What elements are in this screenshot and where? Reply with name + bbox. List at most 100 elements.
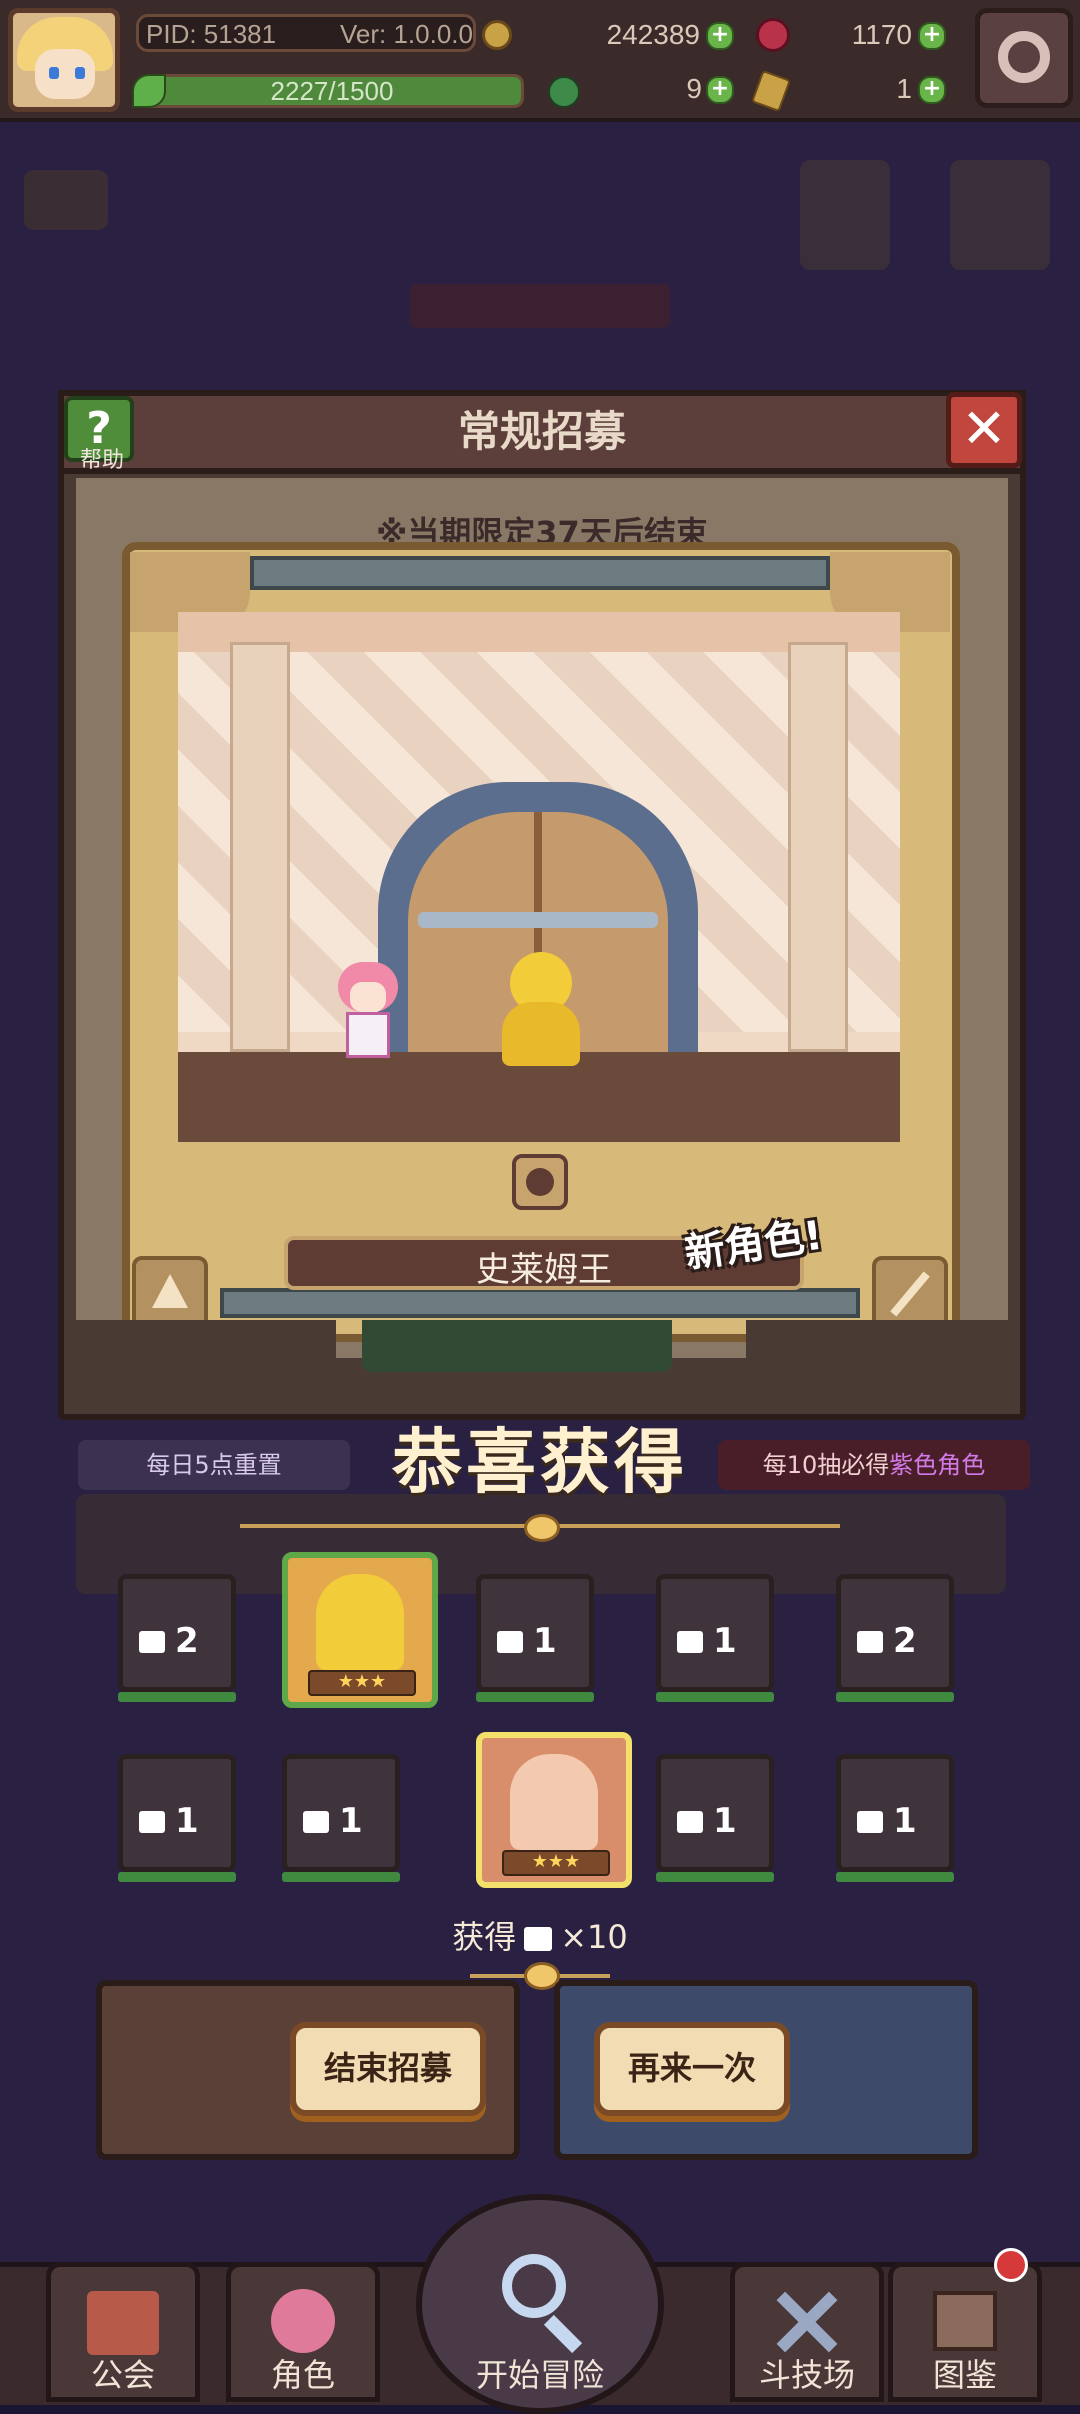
- nav-arena-label: 斗技场: [758, 2356, 855, 2394]
- clover-value: 9: [686, 73, 702, 104]
- duplicate-count: 1: [713, 1621, 737, 1661]
- character-portrait: 1: [656, 1574, 774, 1692]
- character-portrait: 2: [836, 1574, 954, 1692]
- result-slot[interactable]: 1: [282, 1754, 400, 1882]
- character-portrait: 2: [118, 1574, 236, 1692]
- notification-dot: [994, 2248, 1028, 2282]
- slot-base: [656, 1692, 774, 1702]
- result-slot[interactable]: 1: [836, 1754, 954, 1882]
- slot-base: [118, 1872, 236, 1882]
- duplicate-count: 2: [175, 1621, 199, 1661]
- panel-title: 常规招募: [457, 407, 626, 456]
- result-slot[interactable]: 1: [476, 1574, 594, 1702]
- recruit-card-icon: [857, 1811, 883, 1833]
- wish-tab[interactable]: [746, 1320, 1008, 1372]
- nav-codex-label: 图鉴: [932, 2356, 997, 2394]
- slime-crest-icon: [512, 1154, 568, 1210]
- result-slot[interactable]: ★★★: [476, 1732, 632, 1888]
- star-rating: ★★★: [502, 1850, 610, 1876]
- help-label: 帮助: [79, 448, 124, 473]
- result-slot[interactable]: 2: [836, 1574, 954, 1702]
- slot-base: [656, 1872, 774, 1882]
- guide-icon[interactable]: [800, 160, 890, 270]
- character-portrait: 1: [118, 1754, 236, 1872]
- event-icon[interactable]: [24, 170, 108, 230]
- slot-base: [836, 1692, 954, 1702]
- slime-king-figure: [496, 952, 586, 1072]
- character-portrait: 1: [656, 1754, 774, 1872]
- duplicate-count: 1: [175, 1801, 199, 1841]
- ticket-plus-icon[interactable]: +: [918, 76, 946, 104]
- slot-base: [476, 1692, 594, 1702]
- divider-gem-icon: [524, 1514, 560, 1542]
- card-bottom-band: [220, 1288, 860, 1318]
- duplicate-count: 1: [339, 1801, 363, 1841]
- gem-value: 1170: [851, 19, 912, 50]
- recruit-card-icon: [524, 1927, 553, 1951]
- pillar-right: [788, 642, 848, 1052]
- duplicate-count: 1: [533, 1621, 557, 1661]
- guild-shop-icon: [87, 2291, 159, 2355]
- version-text: Ver: 1.0.0.0: [340, 19, 473, 49]
- pink-cat-girl: [328, 962, 408, 1072]
- character-portrait: 1: [836, 1754, 954, 1872]
- congrats-title: 恭喜获得: [392, 1421, 688, 1503]
- settings-gear-icon[interactable]: [975, 8, 1073, 108]
- recruit-card-icon: [303, 1811, 329, 1833]
- nav-start-adventure-label: 开始冒险: [475, 2356, 604, 2394]
- result-slot[interactable]: 2: [118, 1574, 236, 1702]
- stamina-value: 2227/1500: [270, 76, 394, 106]
- character-sprite: [316, 1574, 404, 1670]
- character-portrait: 1: [476, 1574, 594, 1692]
- gain-summary: 获得 ×10: [0, 1912, 1080, 1958]
- clover-plus-icon[interactable]: +: [706, 76, 734, 104]
- codex-book-icon: [933, 2291, 997, 2351]
- slot-base: [118, 1692, 236, 1702]
- gold-icon: [482, 20, 512, 50]
- character-sprite: [510, 1754, 598, 1850]
- duplicate-count: 2: [893, 1621, 917, 1661]
- end-recruit-button[interactable]: 结束招募: [290, 2022, 486, 2116]
- recruit-preview-tab[interactable]: [76, 1320, 336, 1372]
- featured-character-portrait: ★★★: [476, 1732, 632, 1888]
- gold-value: 242389: [606, 19, 700, 50]
- result-slot[interactable]: 1: [656, 1574, 774, 1702]
- clover-icon: [548, 76, 580, 108]
- activity-icon[interactable]: [950, 160, 1050, 270]
- star-rating: ★★★: [308, 1670, 416, 1696]
- nav-character-label: 角色: [270, 2356, 335, 2394]
- gain-prefix: 获得: [452, 1918, 517, 1956]
- result-slot[interactable]: ★★★: [282, 1552, 438, 1708]
- card-top-band: [250, 556, 830, 590]
- pillar-left: [230, 642, 290, 1052]
- slot-base: [836, 1872, 954, 1882]
- recruit-card-icon: [677, 1631, 703, 1653]
- gem-icon: [756, 18, 790, 52]
- result-slot[interactable]: 1: [118, 1754, 236, 1882]
- pid-text: PID: 51381: [146, 19, 277, 49]
- recruit-card-icon: [857, 1631, 883, 1653]
- shop-banner: [410, 284, 670, 328]
- gem-plus-icon[interactable]: +: [918, 22, 946, 50]
- character-face-icon: [271, 2289, 335, 2353]
- recruit-again-button[interactable]: 再来一次: [594, 2022, 790, 2116]
- recruit-points-tab: [362, 1320, 672, 1372]
- nav-guild-label: 公会: [90, 2356, 155, 2394]
- close-button[interactable]: ✕: [946, 392, 1022, 468]
- recruit-card-icon: [139, 1631, 165, 1653]
- character-portrait: 1: [282, 1754, 400, 1872]
- duplicate-count: 1: [713, 1801, 737, 1841]
- gold-plus-icon[interactable]: +: [706, 22, 734, 50]
- player-avatar[interactable]: [8, 8, 120, 112]
- recruit-card-icon: [677, 1811, 703, 1833]
- ticket-value: 1: [896, 73, 912, 104]
- slot-base: [282, 1872, 400, 1882]
- result-slot[interactable]: 1: [656, 1754, 774, 1882]
- magnifier-icon: [502, 2254, 566, 2318]
- recruit-card-icon: [497, 1631, 523, 1653]
- gain-suffix: ×10: [560, 1918, 628, 1956]
- duplicate-count: 1: [893, 1801, 917, 1841]
- shrine-scene: [178, 612, 900, 1142]
- featured-character-portrait: ★★★: [282, 1552, 438, 1708]
- recruit-card-icon: [139, 1811, 165, 1833]
